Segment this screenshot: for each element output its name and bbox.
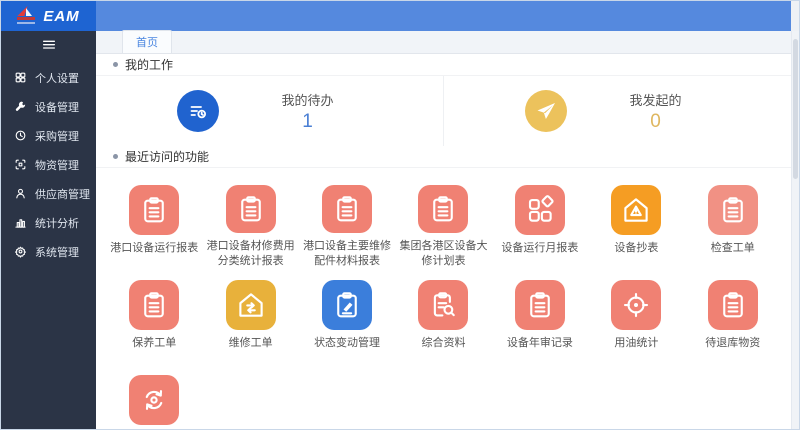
recent-functions-header: 最近访问的功能: [96, 146, 791, 168]
menu-toggle-icon[interactable]: [1, 31, 96, 57]
app-title: EAM: [43, 7, 80, 25]
function-tile-port-equipment-operation-report[interactable]: 港口设备运行报表: [106, 174, 202, 269]
sidebar-item-material[interactable]: 物资管理: [1, 150, 96, 179]
sidebar-item-procurement[interactable]: 采购管理: [1, 121, 96, 150]
user-settings-icon: [15, 72, 26, 83]
tab-bar: 首页: [96, 30, 791, 54]
apps-icon: [514, 185, 565, 235]
tile-label: 设备运行月报表: [501, 242, 579, 254]
function-tile-repair-cost-statistics-report[interactable]: 港口设备材修费用分类统计报表: [202, 174, 298, 269]
stats-icon: [15, 219, 26, 228]
clipboard-icon: [129, 280, 180, 330]
sidebar-item-label: 供应商管理: [35, 188, 90, 201]
section-title: 我的工作: [125, 58, 174, 72]
recent-functions-panel: 最近访问的功能 港口设备运行报表 港口设备材修费用分类统计报表 港口设备主要维修…: [96, 146, 791, 429]
function-tile-inspection-work-order[interactable]: 检查工单: [685, 174, 781, 269]
function-tile-monthly-operation-report[interactable]: 设备运行月报表: [492, 174, 588, 269]
clipboard-pencil-icon: [322, 280, 373, 330]
todo-list-icon: [176, 90, 219, 132]
tile-label: 港口设备主要维修配件材料报表: [303, 240, 392, 268]
paper-plane-icon: [524, 90, 567, 132]
tile-label: 集团各港区设备大修计划表: [399, 240, 488, 268]
clipboard-icon: [418, 185, 469, 234]
clipboard-icon: [707, 185, 758, 235]
app-header: EAM: [1, 1, 791, 31]
tile-label: 港口设备材修费用分类统计报表: [206, 240, 295, 268]
supplier-icon: [16, 188, 25, 199]
function-tile-comprehensive-data[interactable]: 综合资料: [395, 269, 491, 364]
function-tile-repair-parts-material-report[interactable]: 港口设备主要维修配件材料报表: [299, 174, 395, 269]
stat-value: 1: [302, 110, 313, 132]
sidebar: 个人设置 设备管理 采购管理 物资管理 供应商管理 统计分析 系统管理: [1, 31, 96, 429]
function-tile-material-requisition[interactable]: 领料申请: [106, 364, 202, 429]
function-tile-maintenance-work-order[interactable]: 保养工单: [106, 269, 202, 364]
tile-label: 待退库物资: [705, 337, 761, 349]
sidebar-item-system[interactable]: 系统管理: [1, 237, 96, 266]
procurement-icon: [15, 130, 26, 141]
sidebar-item-personal-settings[interactable]: 个人设置: [1, 63, 96, 92]
sidebar-item-supplier[interactable]: 供应商管理: [1, 179, 96, 208]
company-logo-icon: [17, 5, 37, 27]
stat-card-todo[interactable]: 我的待办 1: [96, 76, 443, 146]
clipboard-icon: [129, 185, 180, 235]
tile-label: 设备抄表: [614, 242, 659, 254]
sidebar-item-label: 个人设置: [35, 72, 79, 85]
tile-label: 港口设备运行报表: [110, 242, 199, 254]
clipboard-icon: [707, 280, 758, 330]
function-tile-annual-review-record[interactable]: 设备年审记录: [492, 269, 588, 364]
clipboard-icon: [225, 185, 276, 234]
app-logo: EAM: [1, 1, 96, 31]
sidebar-item-label: 设备管理: [35, 101, 79, 114]
sidebar-nav: 个人设置 设备管理 采购管理 物资管理 供应商管理 统计分析 系统管理: [1, 63, 96, 266]
section-title: 最近访问的功能: [125, 150, 210, 164]
my-work-header: 我的工作: [96, 54, 791, 76]
scrollbar-track: [791, 31, 799, 429]
section-bullet-icon: [113, 154, 118, 159]
equipment-icon: [15, 101, 26, 111]
tile-label: 综合资料: [421, 337, 466, 349]
section-bullet-icon: [113, 62, 118, 67]
function-tile-oil-usage-statistics[interactable]: 用油统计: [588, 269, 684, 364]
main-content: 首页 我的工作 我的待办 1 我发起的 0 最近访问的功能 港口设备运行报表 港…: [96, 30, 791, 429]
stat-label: 我发起的: [629, 92, 682, 108]
sidebar-item-label: 统计分析: [35, 217, 79, 230]
sidebar-item-label: 采购管理: [35, 130, 79, 143]
tile-label: 检查工单: [710, 242, 755, 254]
tab-home[interactable]: 首页: [122, 30, 172, 53]
house-arrows-icon: [225, 280, 276, 330]
function-tile-repair-work-order[interactable]: 维修工单: [202, 269, 298, 364]
function-tile-status-change-management[interactable]: 状态变动管理: [299, 269, 395, 364]
my-work-panel: 我的工作 我的待办 1 我发起的 0: [96, 54, 791, 146]
function-grid: 港口设备运行报表 港口设备材修费用分类统计报表 港口设备主要维修配件材料报表 集…: [96, 168, 791, 429]
tile-label: 维修工单: [228, 337, 273, 349]
sidebar-item-statistics[interactable]: 统计分析: [1, 208, 96, 237]
material-icon: [15, 159, 26, 170]
house-alert-icon: [611, 185, 662, 235]
target-icon: [611, 280, 662, 330]
tile-label: 设备年审记录: [506, 337, 573, 349]
clipboard-icon: [322, 185, 373, 234]
function-tile-meter-reading[interactable]: 设备抄表: [588, 174, 684, 269]
doc-search-icon: [418, 280, 469, 330]
sidebar-item-equipment[interactable]: 设备管理: [1, 92, 96, 121]
tile-label: 用油统计: [614, 337, 659, 349]
stat-card-initiated[interactable]: 我发起的 0: [443, 76, 791, 146]
scrollbar-thumb[interactable]: [793, 39, 798, 179]
function-tile-overhaul-plan-report[interactable]: 集团各港区设备大修计划表: [395, 174, 491, 269]
tile-label: 状态变动管理: [314, 337, 381, 349]
clipboard-icon: [514, 280, 565, 330]
system-icon: [15, 246, 26, 258]
sidebar-item-label: 物资管理: [35, 159, 79, 172]
stats-row: 我的待办 1 我发起的 0: [96, 76, 791, 146]
function-tile-pending-return-materials[interactable]: 待退库物资: [685, 269, 781, 364]
stat-label: 我的待办: [281, 92, 334, 108]
sidebar-item-label: 系统管理: [35, 246, 79, 259]
tile-label: 保养工单: [132, 337, 177, 349]
eam-app-window: EAM 个人设置 设备管理 采购管理 物资管理 供应商管理 统计分析 系统管理 …: [0, 0, 800, 430]
stat-value: 0: [650, 110, 661, 132]
recycle-icon: [129, 375, 180, 425]
